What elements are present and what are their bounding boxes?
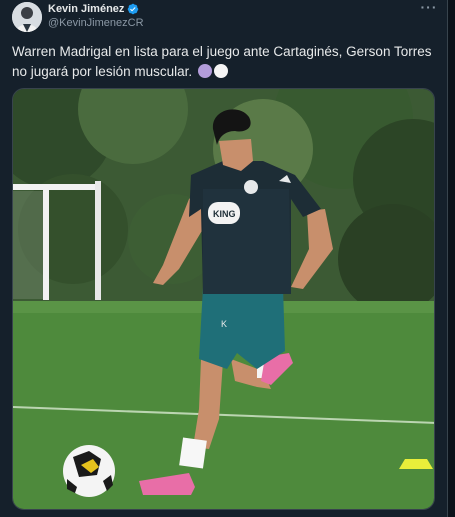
scrollbar-track[interactable]: [448, 0, 455, 517]
tweet-card: Kevin Jiménez @KevinJimenezCR ··· Warren…: [0, 0, 448, 517]
purple-circle-emoji-icon: [197, 64, 212, 78]
tweet-photo[interactable]: K KING: [12, 88, 435, 510]
soccer-ball: [63, 445, 115, 497]
verified-badge-icon: [127, 3, 139, 15]
soccer-player-photo: K KING: [13, 89, 434, 509]
author-name[interactable]: Kevin Jiménez: [48, 3, 124, 15]
more-options-icon[interactable]: ···: [420, 0, 438, 16]
author-avatar[interactable]: [12, 2, 42, 32]
jersey-sponsor-logo: KING: [213, 209, 236, 219]
tweet-text: Warren Madrigal en lista para el juego a…: [12, 42, 437, 82]
author-name-row[interactable]: Kevin Jiménez: [48, 3, 139, 15]
svg-text:K: K: [221, 319, 227, 329]
user-avatar-icon: [12, 2, 42, 32]
author-handle[interactable]: @KevinJimenezCR: [48, 17, 144, 29]
white-circle-emoji-icon: [213, 64, 228, 78]
